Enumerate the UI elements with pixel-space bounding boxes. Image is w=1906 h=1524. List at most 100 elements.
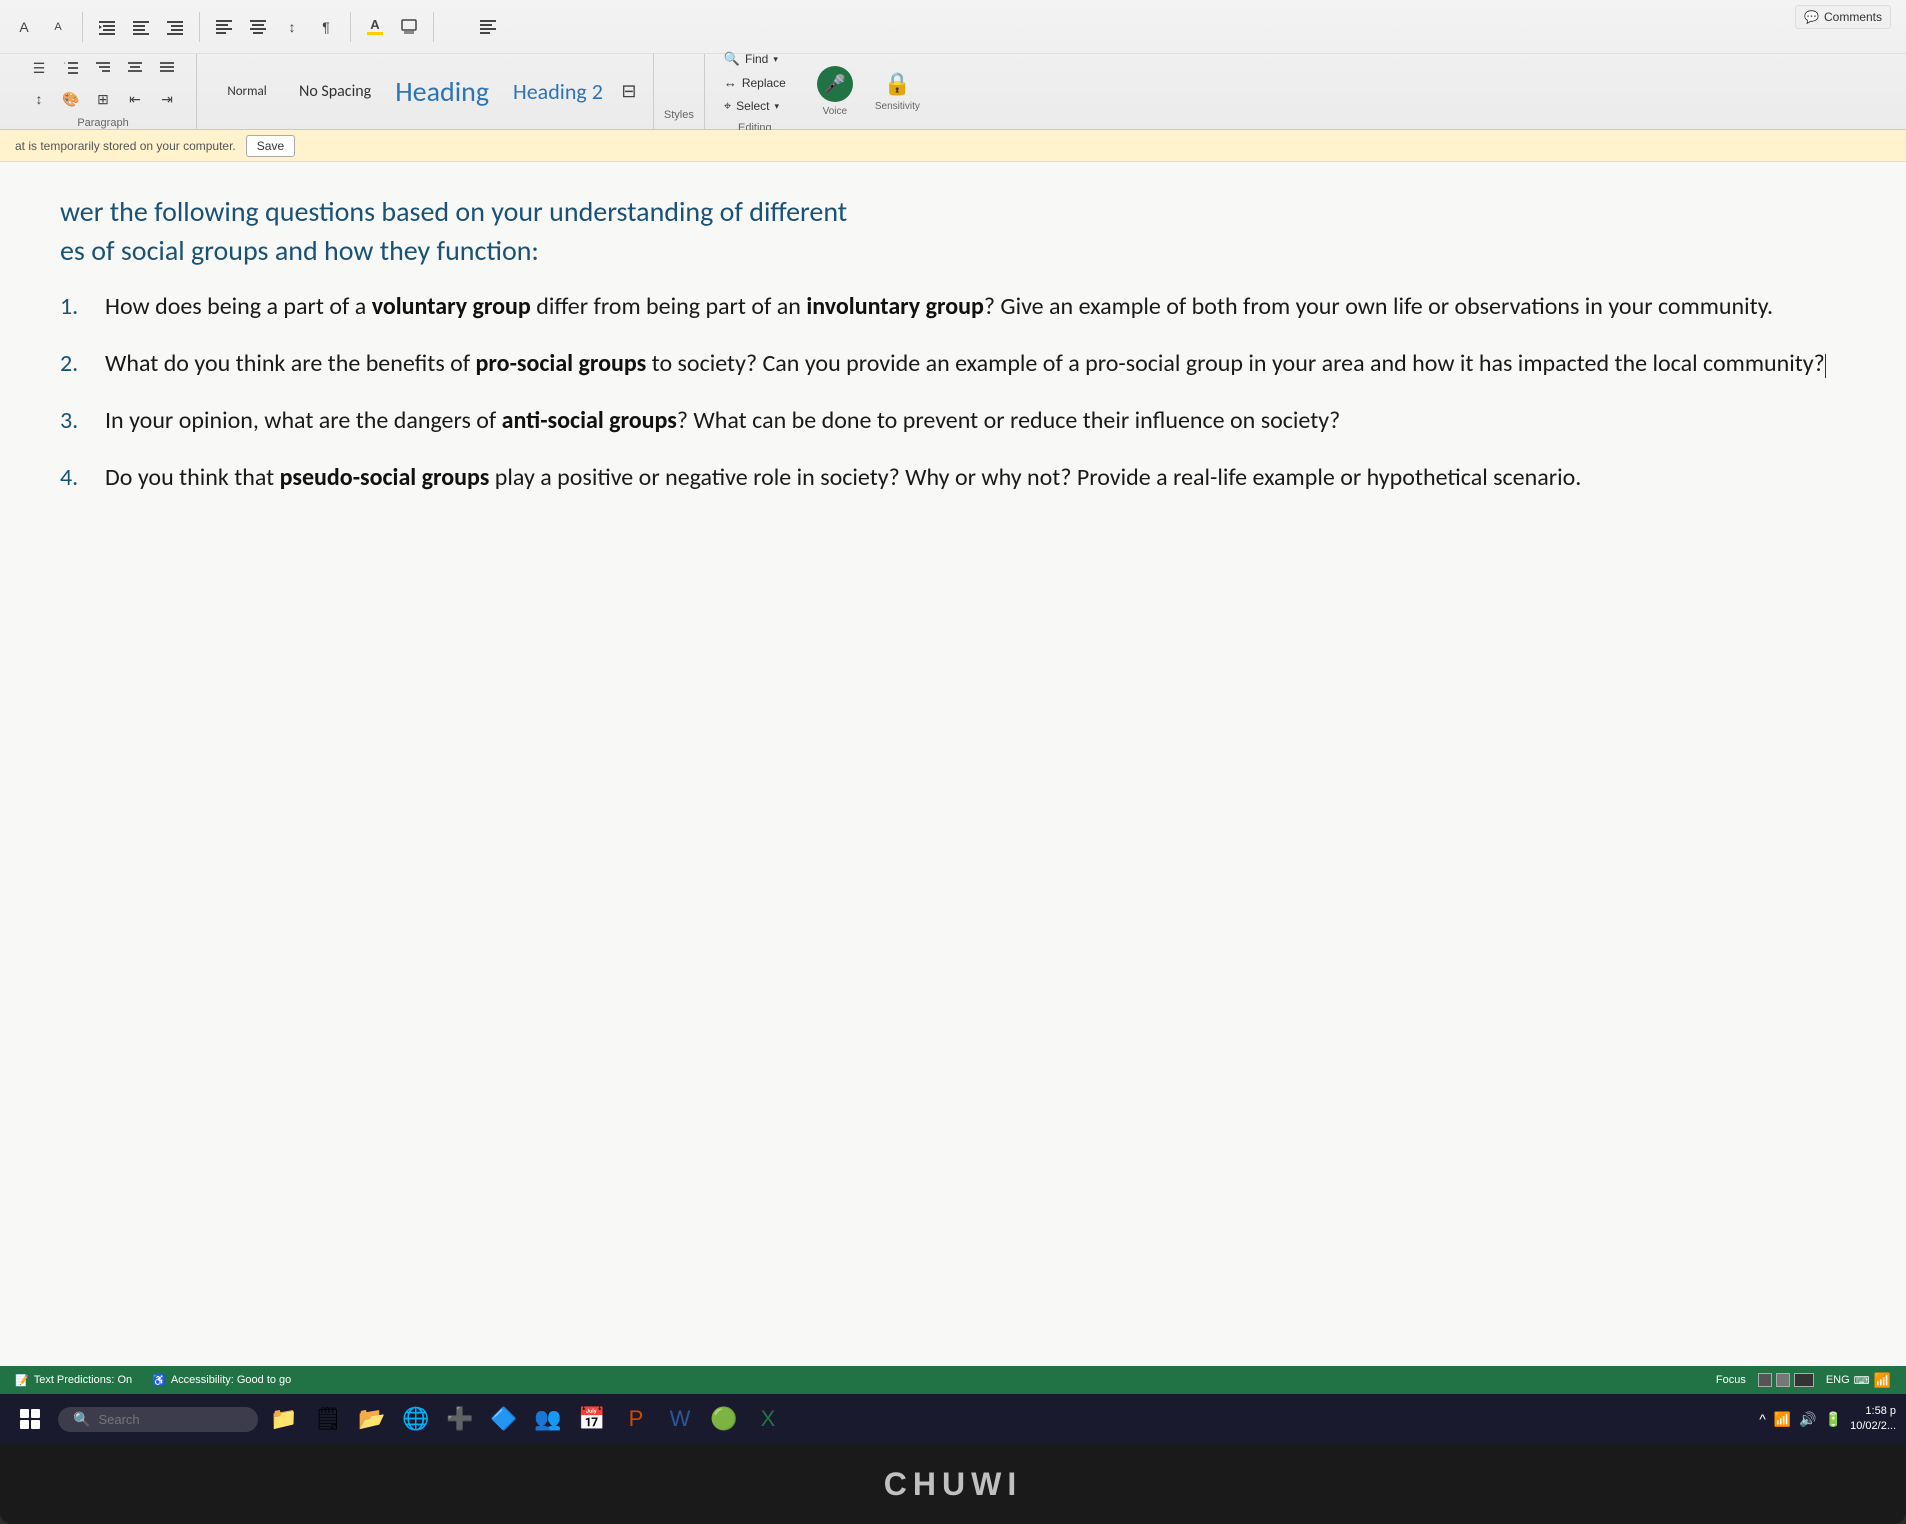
q4-text: Do you think that pseudo-social groups p…	[105, 461, 1826, 496]
q3-number: 3.	[60, 404, 95, 439]
align-left-icon[interactable]	[210, 13, 238, 41]
replace-label: Replace	[742, 76, 786, 90]
taskbar-wifi-icon[interactable]: 📶	[1774, 1411, 1791, 1428]
taskbar-app-blank[interactable]: 🗒	[310, 1401, 346, 1437]
taskbar-app-chrome[interactable]: 🌐	[398, 1401, 434, 1437]
q3-bold1: anti-social groups	[502, 406, 677, 435]
find-dropdown-icon[interactable]: ▾	[773, 54, 778, 65]
style-heading[interactable]: Heading	[383, 59, 501, 124]
ribbon-bottom-row: ☰ 1	[0, 54, 1906, 129]
windows-button[interactable]	[10, 1399, 50, 1439]
taskbar-app-teams[interactable]: 👥	[530, 1401, 566, 1437]
view-icon3[interactable]	[1794, 1373, 1814, 1387]
taskbar-app-word[interactable]: W	[662, 1401, 698, 1437]
find-button[interactable]: 🔍 Find ▾	[720, 49, 790, 69]
text-predictions-icon: 📝	[15, 1374, 29, 1387]
intro-line1-text: wer the following questions based on you…	[60, 194, 847, 229]
taskbar-battery-icon[interactable]: 🔋	[1825, 1411, 1842, 1428]
q1-text: How does being a part of a voluntary gro…	[105, 290, 1826, 325]
document-content: wer the following questions based on you…	[0, 162, 1906, 1394]
taskbar-app-files[interactable]: 📁	[266, 1401, 302, 1437]
taskbar-app-powerpoint[interactable]: P	[618, 1401, 654, 1437]
paragraph-label: Paragraph	[77, 117, 128, 129]
taskbar-volume-icon[interactable]: 🔊	[1799, 1411, 1816, 1428]
more-styles-icon[interactable]: ⊟	[615, 78, 643, 106]
style-normal[interactable]: Normal	[207, 59, 287, 124]
sort-icon[interactable]: ↕	[278, 13, 306, 41]
taskbar-app-explorer[interactable]: 📂	[354, 1401, 390, 1437]
svg-text:1: 1	[64, 61, 66, 65]
voice-group: 🎤 Voice	[805, 54, 865, 129]
statusbar-right: Focus ENG ⌨ 📶	[1716, 1372, 1891, 1389]
text-highlight-icon[interactable]	[395, 13, 423, 41]
borders-icon[interactable]: ⊞	[89, 85, 117, 113]
notification-text: at is temporarily stored on your compute…	[15, 139, 236, 153]
focus-label[interactable]: Focus	[1716, 1374, 1746, 1386]
styles-group: Normal No Spacing Heading Heading 2 ⊟	[197, 54, 654, 129]
style-normal-text: Normal	[227, 84, 266, 99]
accessibility-label: Accessibility: Good to go	[171, 1374, 291, 1386]
intro-line2: es of social groups and how they functio…	[60, 231, 1826, 270]
font-size-small-icon[interactable]: A	[44, 13, 72, 41]
taskbar-app-calendar[interactable]: 📅	[574, 1401, 610, 1437]
style-no-spacing[interactable]: No Spacing	[287, 59, 383, 124]
q2-before: What do you think are the benefits of	[105, 349, 476, 378]
separator4	[433, 12, 434, 42]
taskbar-app-edge[interactable]: 🔷	[486, 1401, 522, 1437]
style-heading2[interactable]: Heading 2	[501, 59, 615, 124]
editing-group: 🔍 Find ▾ ↔ Replace ⌖ Select ▾ Editing	[705, 54, 805, 129]
replace-icon: ↔	[724, 75, 737, 90]
chuwi-text: CHUWI	[884, 1466, 1022, 1503]
taskbar-search[interactable]: 🔍	[58, 1407, 258, 1432]
text-predictions-label: Text Predictions: On	[34, 1374, 132, 1386]
save-button[interactable]: Save	[246, 135, 295, 157]
line-spacing-icon[interactable]: ↕	[25, 85, 53, 113]
top-font-group	[474, 13, 502, 41]
text-outdent-icon[interactable]: ⇥	[153, 85, 181, 113]
font-color-icon[interactable]: A	[361, 13, 389, 41]
taskbar-app-plus[interactable]: ➕	[442, 1401, 478, 1437]
comment-icon: 💬	[1804, 10, 1819, 24]
indent-left-icon[interactable]	[93, 13, 121, 41]
laptop-bezel: 💬 Comments A A	[0, 0, 1906, 1524]
align-center-icon2[interactable]	[121, 54, 149, 82]
text-indent-icon[interactable]: ⇤	[121, 85, 149, 113]
justify-icon[interactable]	[153, 54, 181, 82]
q1-middle: differ from being part of an	[531, 292, 807, 321]
font-size-icon[interactable]: A	[10, 13, 38, 41]
taskbar-search-input[interactable]	[98, 1412, 248, 1427]
taskbar: 🔍 📁 🗒 📂 🌐 ➕ 🔷 👥 📅 P W 🟢 X ^ 📶 🔊 🔋	[0, 1394, 1906, 1444]
select-button[interactable]: ⌖ Select ▾	[720, 96, 790, 116]
view-icon1[interactable]	[1758, 1373, 1772, 1387]
paragraph-mark-icon[interactable]: ¶	[312, 13, 340, 41]
comments-button[interactable]: 💬 Comments	[1795, 5, 1891, 29]
select-icon: ⌖	[724, 98, 731, 114]
shading-icon[interactable]: 🎨	[57, 85, 85, 113]
select-dropdown-icon[interactable]: ▾	[775, 101, 780, 112]
indent-decrease-icon[interactable]	[161, 13, 189, 41]
numbering-icon[interactable]: 1	[57, 54, 85, 82]
replace-button[interactable]: ↔ Replace	[720, 73, 790, 92]
microphone-icon[interactable]: 🎤	[817, 66, 853, 102]
q3-before: In your opinion, what are the dangers of	[105, 406, 502, 435]
chuwi-brand: CHUWI	[884, 1444, 1022, 1524]
win-cell-4	[31, 1420, 40, 1429]
sensitivity-icon[interactable]: 🔒	[884, 71, 911, 97]
quick-styles-icon[interactable]	[474, 13, 502, 41]
question-list: 1. How does being a part of a voluntary …	[60, 290, 1826, 495]
taskbar-app-green[interactable]: 🟢	[706, 1401, 742, 1437]
taskbar-app-excel[interactable]: X	[750, 1401, 786, 1437]
q3-text: In your opinion, what are the dangers of…	[105, 404, 1826, 439]
separator2	[199, 12, 200, 42]
taskbar-caret-icon[interactable]: ^	[1759, 1411, 1766, 1427]
multilevel-list-icon[interactable]	[89, 54, 117, 82]
q2-number: 2.	[60, 347, 95, 382]
accessibility-icon: ♿	[152, 1374, 166, 1387]
separator1	[82, 12, 83, 42]
indent-right-icon[interactable]	[127, 13, 155, 41]
styles-label: Styles	[664, 109, 694, 121]
q1-bold1: voluntary group	[372, 292, 531, 321]
align-center-icon[interactable]	[244, 13, 272, 41]
bullets-icon[interactable]: ☰	[25, 54, 53, 82]
view-icon2[interactable]	[1776, 1373, 1790, 1387]
